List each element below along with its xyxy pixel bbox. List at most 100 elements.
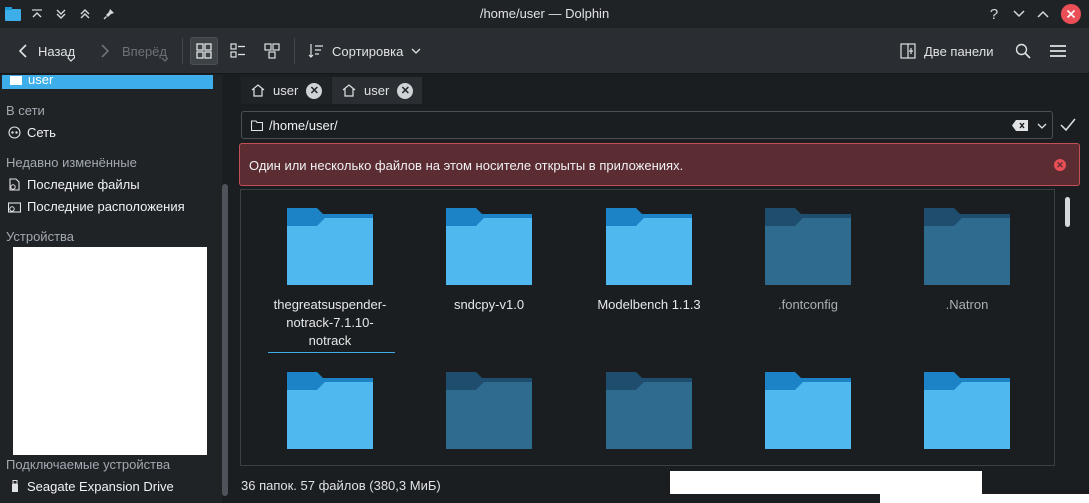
tab-label: user (364, 83, 390, 98)
location-path: /home/user/ (269, 118, 338, 133)
forward-dropdown-icon[interactable] (161, 57, 169, 63)
sort-label: Сортировка (332, 43, 404, 59)
minimize-icon[interactable] (1010, 5, 1028, 23)
sidebar-item-network[interactable]: Сеть (8, 125, 56, 140)
icons-view-button[interactable] (190, 37, 218, 65)
sort-icon (308, 44, 323, 58)
arrow-left-icon (18, 44, 27, 58)
window-title: /home/user — Dolphin (479, 6, 610, 21)
file-name: thegreatsuspender-notrack-7.1.10- notrack (260, 296, 400, 350)
help-icon[interactable]: ? (985, 5, 1003, 23)
folder-icon (924, 208, 1010, 285)
file-item[interactable] (579, 370, 719, 450)
hamburger-menu-icon (1050, 45, 1066, 57)
file-name-line: notrack-7.1.10- (286, 315, 374, 330)
folder-icon (446, 372, 532, 449)
back-dropdown-icon[interactable] (67, 57, 75, 63)
file-name-line: .fontconfig (778, 297, 838, 312)
sidebar-item-recent-files[interactable]: Последние файлы (8, 177, 140, 192)
devices-section-header: Устройства (6, 229, 75, 244)
folder-icon (765, 208, 851, 285)
file-name: sndcpy-v1.0 (419, 296, 559, 314)
compact-view-button[interactable] (224, 37, 252, 65)
sidebar-item-label: Seagate Expansion Drive (27, 479, 174, 494)
sidebar-item-label: Сеть (27, 125, 56, 140)
focus-indicator (268, 352, 395, 353)
grid-view-icon (196, 43, 212, 59)
sort-button[interactable]: Сортировка (308, 36, 421, 66)
home-icon (251, 84, 265, 97)
folder-icon (251, 120, 263, 131)
scrollbar-thumb[interactable] (1065, 197, 1070, 227)
file-name: Modelbench 1.1.3 (579, 296, 719, 314)
file-item[interactable] (738, 370, 878, 450)
folder-icon (446, 208, 532, 285)
recent-files-icon (8, 178, 21, 191)
search-icon (1015, 43, 1031, 59)
sidebar-item-user[interactable]: user (2, 75, 213, 89)
redacted-status-area (670, 471, 982, 494)
tab-close-icon[interactable]: ✕ (306, 82, 323, 99)
file-item[interactable] (897, 370, 1037, 450)
close-banner-icon[interactable]: ✕ (1054, 159, 1066, 171)
places-panel: user В сети Сеть Недавно изменённые Посл… (0, 75, 222, 503)
recent-section-header: Недавно изменённые (6, 155, 137, 170)
usb-drive-icon (8, 480, 21, 493)
search-button[interactable] (1015, 36, 1031, 66)
maximize-icon[interactable] (1034, 5, 1052, 23)
folder-icon (924, 372, 1010, 449)
tab-close-icon[interactable]: ✕ (397, 82, 414, 99)
back-button[interactable]: Назад (16, 36, 75, 66)
forward-button[interactable]: Вперёд (98, 36, 169, 66)
folder-icon (606, 372, 692, 449)
recent-locations-icon (8, 200, 21, 213)
file-item[interactable]: thegreatsuspender-notrack-7.1.10- notrack (260, 206, 400, 350)
network-icon (8, 126, 21, 139)
location-bar[interactable]: /home/user/ (241, 111, 1053, 139)
sidebar-item-label: user (28, 75, 54, 87)
split-view-button[interactable]: Две панели (900, 36, 994, 66)
file-item[interactable]: Modelbench 1.1.3 (579, 206, 719, 314)
file-view[interactable]: thegreatsuspender-notrack-7.1.10- notrack… (240, 189, 1055, 466)
file-item[interactable]: sndcpy-v1.0 (419, 206, 559, 314)
file-view-scrollbar[interactable] (1062, 191, 1074, 466)
toolbar-separator (182, 38, 183, 64)
file-name-line: .Natron (945, 297, 989, 312)
menu-button[interactable] (1049, 36, 1067, 66)
file-item[interactable]: .Natron (897, 206, 1037, 314)
checkmark-icon[interactable] (1060, 118, 1076, 131)
split-view-icon (900, 43, 916, 59)
sidebar-item-label: Последние файлы (27, 177, 140, 192)
folder-icon (765, 372, 851, 449)
redacted-status-area (880, 494, 1089, 503)
sidebar-item-seagate-drive[interactable]: Seagate Expansion Drive (8, 479, 174, 494)
arrow-right-icon (101, 44, 110, 58)
file-item[interactable] (419, 370, 559, 450)
files-open-warning: Один или несколько файлов на этом носите… (239, 143, 1080, 186)
file-item[interactable] (260, 370, 400, 450)
toolbar-separator (294, 38, 295, 64)
file-name-line: Modelbench 1.1.3 (597, 297, 701, 312)
tab-label: user (273, 83, 299, 98)
history-dropdown-icon[interactable] (1037, 123, 1047, 129)
status-summary: 36 папок. 57 файлов (380,3 МиБ) (241, 478, 441, 493)
chevron-down-icon (411, 48, 421, 54)
folder-icon (10, 76, 22, 85)
warning-message: Один или несколько файлов на этом носите… (249, 158, 684, 173)
folder-icon (287, 208, 373, 285)
title-bar: /home/user — Dolphin ? (0, 0, 1089, 28)
sidebar-item-recent-locations[interactable]: Последние расположения (8, 199, 185, 214)
tab-user-2[interactable]: user ✕ (332, 77, 422, 104)
file-name-line: thegreatsuspender- (273, 297, 387, 312)
main-toolbar: Назад Вперёд Сортировка Две панели (0, 28, 1089, 74)
network-section-header: В сети (6, 103, 45, 118)
file-item[interactable]: .fontconfig (738, 206, 878, 314)
close-icon[interactable] (1061, 4, 1081, 24)
sidebar-scrollbar[interactable] (222, 184, 228, 496)
clear-text-icon[interactable] (1012, 120, 1028, 131)
redacted-devices-area (13, 247, 207, 455)
tab-user-1[interactable]: user ✕ (241, 77, 331, 104)
folder-icon (606, 208, 692, 285)
split-view-label: Две панели (924, 43, 994, 59)
details-view-button[interactable] (258, 37, 286, 65)
